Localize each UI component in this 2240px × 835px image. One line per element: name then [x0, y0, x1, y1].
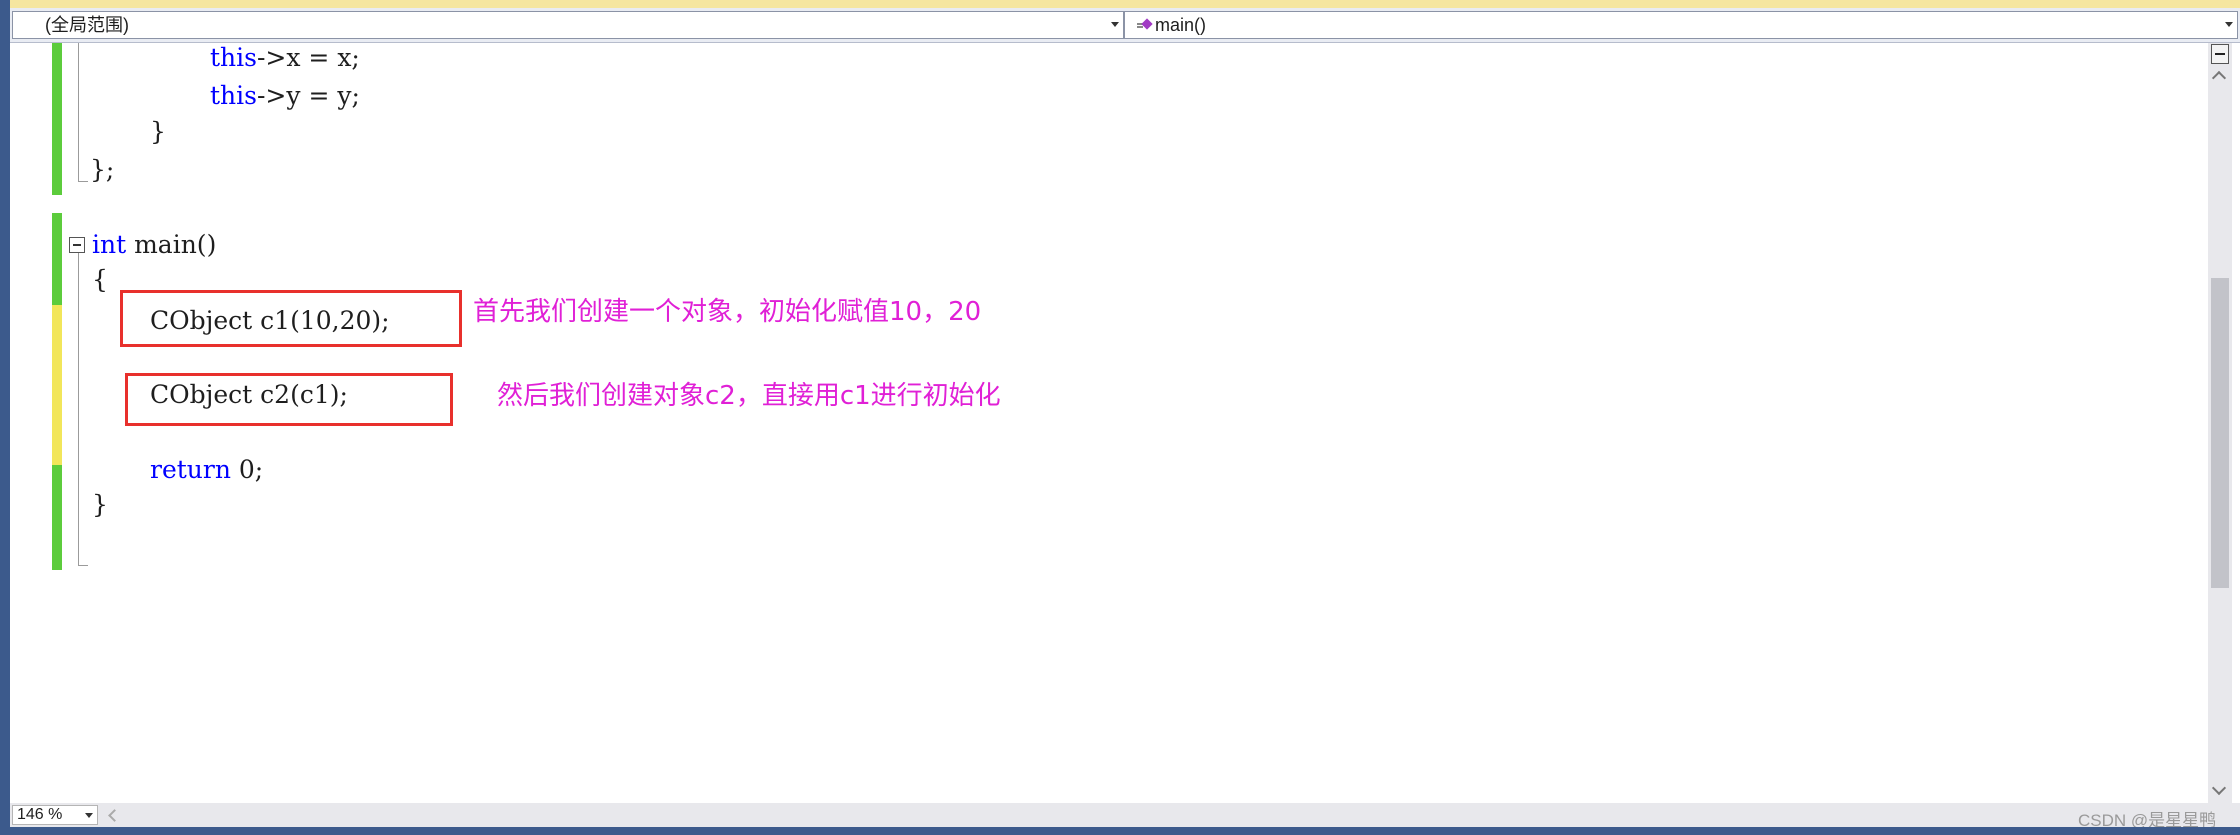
selection-margin — [10, 43, 47, 803]
code-editor[interactable]: this->x = x; this->y = y; } }; int main(… — [10, 43, 2208, 803]
member-dropdown[interactable]: main() — [1124, 11, 2238, 39]
code-line: return 0; — [150, 455, 263, 485]
scope-dropdown-label: (全局范围) — [45, 15, 129, 35]
keyword: this — [210, 43, 257, 72]
scroll-left-icon[interactable] — [108, 809, 121, 822]
scope-dropdown[interactable]: (全局范围) — [12, 11, 1124, 39]
outline-guide-end — [78, 181, 88, 182]
outline-guide — [78, 43, 79, 181]
scroll-down-icon[interactable] — [2211, 780, 2227, 796]
annotation-note: 首先我们创建一个对象，初始化赋值10，20 — [473, 297, 982, 327]
scroll-up-icon[interactable] — [2211, 70, 2227, 86]
annotation-note: 然后我们创建对象c2，直接用c1进行初始化 — [497, 381, 1001, 411]
change-indicator-gap — [52, 195, 62, 213]
highlight-box — [125, 373, 453, 426]
member-dropdown-text: main() — [1137, 12, 1206, 38]
code-line: this->x = x; — [210, 43, 360, 73]
split-window-icon[interactable] — [2211, 44, 2229, 64]
code-text: main() — [126, 230, 217, 259]
code-line: } — [150, 117, 166, 146]
highlight-box — [120, 290, 462, 347]
change-indicator-saved — [52, 43, 62, 195]
keyword: this — [210, 81, 257, 110]
outline-guide — [78, 253, 79, 565]
keyword: int — [92, 230, 127, 259]
chevron-down-icon — [1111, 22, 1119, 27]
code-line: } — [92, 490, 108, 519]
code-line: int main() — [92, 230, 216, 260]
code-text: 0; — [230, 455, 264, 484]
window-left-border — [0, 0, 10, 835]
keyword: return — [150, 455, 231, 484]
scrollbar-thumb[interactable] — [2211, 278, 2229, 588]
zoom-dropdown[interactable]: 146 % — [12, 805, 98, 825]
window-bottom-border — [0, 827, 2240, 835]
chevron-down-icon — [2225, 22, 2233, 27]
method-icon — [1137, 20, 1151, 32]
change-indicator-saved — [52, 465, 62, 570]
chevron-down-icon — [85, 813, 93, 818]
code-line: this->y = y; — [210, 81, 360, 111]
navigation-bar: (全局范围) main() — [10, 8, 2240, 43]
code-line: }; — [90, 155, 115, 184]
outline-guide-end — [78, 565, 88, 566]
code-text: ->x = x; — [256, 43, 360, 72]
window-top-border — [0, 0, 2240, 8]
code-text: ->y = y; — [256, 81, 360, 110]
change-indicator-unsaved — [52, 305, 62, 465]
editor-bottom-bar: 146 % — [10, 803, 2208, 827]
collapse-toggle-icon[interactable] — [69, 237, 85, 253]
code-line: { — [92, 265, 108, 294]
member-dropdown-label: main() — [1155, 15, 1207, 35]
vertical-scrollbar[interactable] — [2208, 43, 2232, 803]
zoom-level: 146 % — [17, 806, 63, 823]
